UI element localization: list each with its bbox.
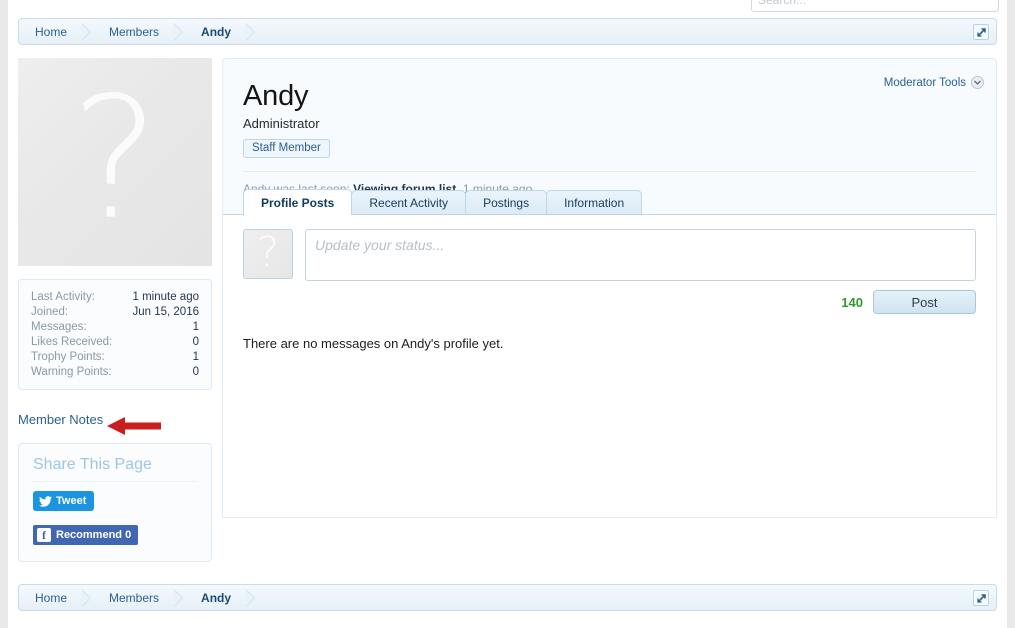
facebook-recommend-label: Recommend 0 (56, 529, 132, 541)
stat-label: Trophy Points: (31, 350, 105, 363)
page-title: Andy (243, 80, 309, 112)
breadcrumb-item-home[interactable]: Home (19, 585, 81, 610)
facebook-icon: f (37, 528, 51, 542)
breadcrumb-separator-icon (81, 19, 95, 44)
post-button[interactable]: Post (873, 290, 976, 314)
user-title: Administrator (243, 116, 320, 132)
post-controls-row: 140 Post (223, 281, 996, 314)
stat-label: Warning Points: (31, 365, 112, 378)
profile-tabs: Profile Posts Recent Activity Postings I… (243, 189, 996, 215)
breadcrumb-separator-icon (81, 585, 95, 610)
profile-header: Andy Administrator Staff Member Andy was… (223, 59, 996, 196)
stat-label: Likes Received: (31, 335, 113, 348)
table-row: Messages: 1 (31, 319, 199, 334)
profile-sidebar: ? Last Activity: 1 minute ago Joined: Ju… (18, 58, 212, 562)
table-row: Likes Received: 0 (31, 334, 199, 349)
tab-information[interactable]: Information (546, 190, 643, 215)
breadcrumb-separator-icon (173, 19, 187, 44)
status-badge[interactable]: Staff Member (243, 139, 330, 159)
member-notes-link[interactable]: Member Notes (18, 412, 103, 427)
tab-panel-profile-posts: ? 140 Post There are no messages on Andy… (223, 215, 996, 517)
status-update-row: ? (223, 215, 996, 281)
chevron-down-icon (971, 76, 984, 89)
tab-recent-activity[interactable]: Recent Activity (351, 190, 467, 215)
divider (243, 171, 976, 173)
user-stats-table: Last Activity: 1 minute ago Joined: Jun … (31, 289, 199, 379)
search-input[interactable] (752, 0, 998, 11)
tab-postings[interactable]: Postings (465, 190, 548, 215)
page-gutter-right (1007, 0, 1015, 628)
table-row: Joined: Jun 15, 2016 (31, 304, 199, 319)
expand-icon[interactable] (973, 24, 989, 40)
table-row: Last Activity: 1 minute ago (31, 289, 199, 304)
character-counter: 140 (841, 294, 863, 310)
breadcrumb-item-andy[interactable]: Andy (187, 19, 245, 44)
page-root: Home Members Andy ? Last Activity: 1 min… (0, 0, 1015, 628)
stat-label: Messages: (31, 320, 87, 333)
stat-value: 1 (192, 320, 199, 333)
share-this-page-title: Share This Page (33, 456, 197, 482)
table-row: Trophy Points: 1 (31, 349, 199, 364)
breadcrumb-item-members[interactable]: Members (95, 19, 173, 44)
breadcrumb-separator-icon (245, 585, 259, 610)
breadcrumb-item-members[interactable]: Members (95, 585, 173, 610)
stat-label: Last Activity: (31, 290, 95, 303)
breadcrumb-top: Home Members Andy (18, 18, 997, 45)
avatar[interactable]: ? (18, 58, 212, 266)
table-row: Warning Points: 0 (31, 364, 199, 379)
stat-value: 1 (192, 350, 199, 363)
breadcrumb-separator-icon (173, 585, 187, 610)
breadcrumb-bottom: Home Members Andy (18, 584, 997, 611)
profile-main-panel: Moderator Tools Andy Administrator Staff… (222, 58, 997, 518)
moderator-tools-link[interactable]: Moderator Tools (884, 76, 984, 89)
breadcrumb-list: Home Members Andy (19, 19, 259, 44)
breadcrumb-separator-icon (245, 19, 259, 44)
avatar[interactable]: ? (243, 229, 293, 279)
question-mark-icon: ? (70, 60, 160, 257)
tab-profile-posts[interactable]: Profile Posts (243, 189, 353, 215)
facebook-recommend-button[interactable]: f Recommend 0 (33, 525, 139, 545)
empty-state-message: There are no messages on Andy's profile … (243, 336, 504, 351)
twitter-icon (39, 495, 52, 507)
breadcrumb-list: Home Members Andy (19, 585, 259, 610)
share-this-page-box: Share This Page Tweet f Recommend 0 (18, 443, 212, 562)
stat-label: Joined: (31, 305, 69, 318)
tweet-button-label: Tweet (56, 495, 87, 507)
expand-icon[interactable] (973, 590, 989, 606)
status-input[interactable] (305, 229, 976, 281)
breadcrumb-item-andy[interactable]: Andy (187, 585, 245, 610)
stat-value: 0 (192, 365, 199, 378)
page-gutter-left (0, 0, 8, 628)
user-stats-box: Last Activity: 1 minute ago Joined: Jun … (18, 279, 212, 390)
search-box[interactable] (751, 0, 999, 12)
tweet-button[interactable]: Tweet (33, 491, 95, 511)
stat-value: 1 minute ago (132, 290, 200, 303)
moderator-tools-label: Moderator Tools (883, 76, 966, 89)
breadcrumb-item-home[interactable]: Home (19, 19, 81, 44)
question-mark-icon: ? (256, 229, 280, 277)
stat-value: 0 (192, 335, 199, 348)
stat-value: Jun 15, 2016 (132, 305, 199, 318)
